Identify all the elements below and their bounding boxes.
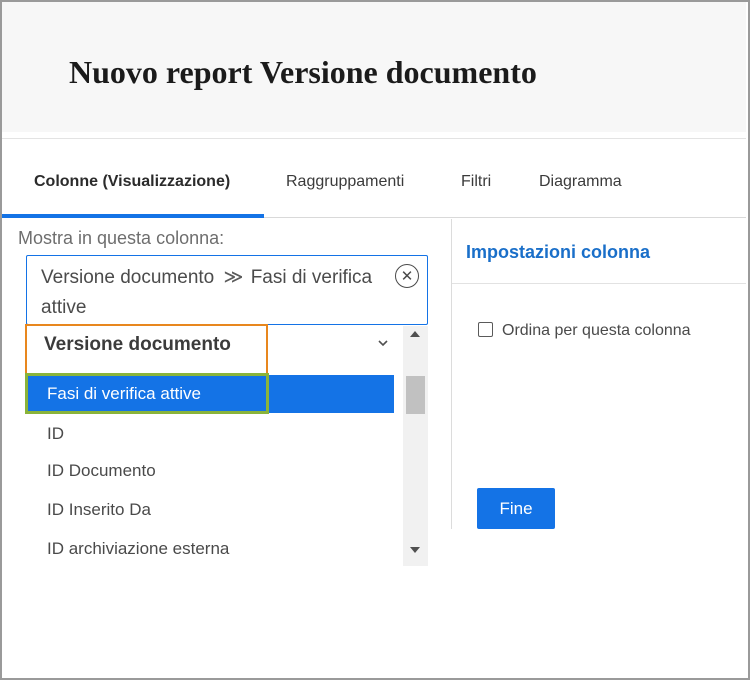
- panel-divider: [451, 219, 452, 529]
- page-title: Nuovo report Versione documento: [69, 54, 537, 90]
- column-field-value: Versione documento ≫ Fasi di verifica at…: [41, 263, 391, 323]
- tab-columns[interactable]: Colonne (Visualizzazione): [34, 173, 230, 191]
- tab-groupings[interactable]: Raggruppamenti: [286, 173, 404, 191]
- sort-by-column-label: Ordina per questa colonna: [502, 322, 691, 339]
- tab-filters[interactable]: Filtri: [461, 173, 491, 191]
- column-path-parent: Versione documento: [41, 267, 215, 288]
- list-item[interactable]: ID archiviazione esterna: [26, 530, 394, 568]
- chevron-down-icon[interactable]: [376, 336, 390, 350]
- sort-by-column-checkbox[interactable]: [478, 322, 493, 337]
- column-settings-title: Impostazioni colonna: [466, 242, 651, 262]
- tab-bar: Colonne (Visualizzazione) Raggruppamenti…: [2, 155, 746, 217]
- list-item[interactable]: ID: [26, 415, 394, 453]
- header-divider: [2, 138, 746, 139]
- list-item[interactable]: Fasi di verifica attive: [26, 375, 394, 413]
- dropdown-group-label: Versione documento: [44, 334, 231, 355]
- close-circle-icon[interactable]: ✕: [395, 264, 419, 288]
- settings-divider: [452, 283, 746, 284]
- scroll-up-arrow-icon[interactable]: [410, 331, 420, 337]
- done-button[interactable]: Fine: [477, 488, 555, 529]
- dropdown-scrollbar[interactable]: [403, 326, 428, 566]
- tab-chart[interactable]: Diagramma: [539, 173, 622, 191]
- active-tab-indicator: [2, 214, 264, 218]
- tabs-divider: [264, 217, 746, 218]
- list-item[interactable]: ID Documento: [26, 452, 394, 490]
- scrollbar-thumb[interactable]: [406, 376, 425, 414]
- page-header: Nuovo report Versione documento: [2, 2, 746, 132]
- column-field-input[interactable]: Versione documento ≫ Fasi di verifica at…: [26, 255, 428, 325]
- list-item[interactable]: ID Inserito Da: [26, 491, 394, 529]
- path-separator-icon: ≫: [223, 267, 244, 288]
- dropdown-group-header[interactable]: Versione documento: [26, 326, 404, 368]
- scroll-down-arrow-icon[interactable]: [410, 547, 420, 553]
- field-dropdown-list: Versione documento Fasi di verifica atti…: [26, 326, 428, 566]
- column-field-label: Mostra in questa colonna:: [18, 228, 225, 248]
